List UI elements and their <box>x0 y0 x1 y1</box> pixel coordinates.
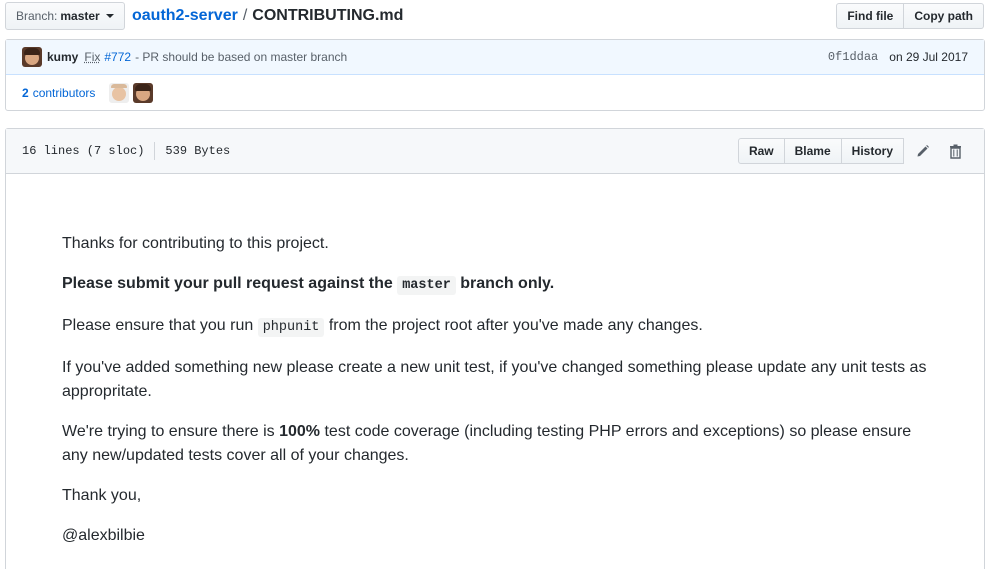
paragraph: Please ensure that you run phpunit from … <box>62 314 928 340</box>
blame-button[interactable]: Blame <box>784 138 842 164</box>
breadcrumb: oauth2-server / CONTRIBUTING.md <box>132 7 403 25</box>
text: Please ensure that you run <box>62 317 254 334</box>
contributors-row: 2 contributors <box>6 75 984 110</box>
commit-message[interactable]: - PR should be based on master branch <box>135 50 347 64</box>
commit-sha[interactable]: 0f1ddaa <box>828 50 878 64</box>
pencil-icon[interactable] <box>910 138 936 164</box>
trash-icon[interactable] <box>942 138 968 164</box>
branch-prefix: Branch: <box>16 9 58 23</box>
commit-author[interactable]: kumy <box>47 50 78 64</box>
file-name: CONTRIBUTING.md <box>252 7 404 24</box>
breadcrumb-separator: / <box>242 7 248 24</box>
file-lines: 16 lines (7 sloc) <box>22 144 145 158</box>
text: branch only. <box>460 275 555 292</box>
divider <box>154 142 156 160</box>
history-button[interactable]: History <box>841 138 904 164</box>
contributors-label[interactable]: contributors <box>33 86 96 100</box>
avatar[interactable] <box>109 82 130 103</box>
text: We're trying to ensure there is <box>62 423 275 440</box>
raw-button[interactable]: Raw <box>737 138 785 164</box>
markdown-body: Thanks for contributing to this project.… <box>6 174 984 548</box>
file-header: 16 lines (7 sloc) 539 Bytes Raw Blame Hi… <box>6 129 984 174</box>
inline-code: phpunit <box>257 318 325 337</box>
repo-link[interactable]: oauth2-server <box>132 7 238 25</box>
text: Please submit your pull request against … <box>62 275 393 292</box>
file-size: 539 Bytes <box>165 144 231 158</box>
paragraph: We're trying to ensure there is 100% tes… <box>62 420 928 468</box>
issue-link[interactable]: #772 <box>104 50 131 64</box>
paragraph: If you've added something new please cre… <box>62 359 927 400</box>
inline-code: master <box>397 276 456 295</box>
text: from the project root after you've made … <box>328 317 703 334</box>
commit-message-link[interactable]: Fix <box>84 50 100 64</box>
contributor-avatars <box>109 82 154 103</box>
file-actions: Raw Blame History <box>737 138 968 164</box>
avatar[interactable] <box>22 47 42 67</box>
paragraph: @alexbilbie <box>62 527 145 544</box>
commit-summary: kumy Fix #772 - PR should be based on ma… <box>6 40 984 75</box>
file-viewer: 16 lines (7 sloc) 539 Bytes Raw Blame Hi… <box>5 128 985 569</box>
file-nav-buttons: Find file Copy path <box>836 3 984 29</box>
bold-text: 100% <box>279 423 321 440</box>
chevron-down-icon <box>105 14 114 18</box>
branch-select-button[interactable]: Branch: master <box>5 2 125 30</box>
copy-path-button[interactable]: Copy path <box>904 3 984 29</box>
avatar[interactable] <box>133 82 154 103</box>
paragraph-bold: Please submit your pull request against … <box>62 272 928 298</box>
branch-name: master <box>60 9 100 23</box>
paragraph: Thank you, <box>62 487 142 504</box>
find-file-button[interactable]: Find file <box>836 3 905 29</box>
paragraph: Thanks for contributing to this project. <box>62 235 329 252</box>
commit-date: on 29 Jul 2017 <box>889 50 968 64</box>
commit-tease: kumy Fix #772 - PR should be based on ma… <box>5 39 985 111</box>
contributors-count[interactable]: 2 <box>22 86 29 100</box>
